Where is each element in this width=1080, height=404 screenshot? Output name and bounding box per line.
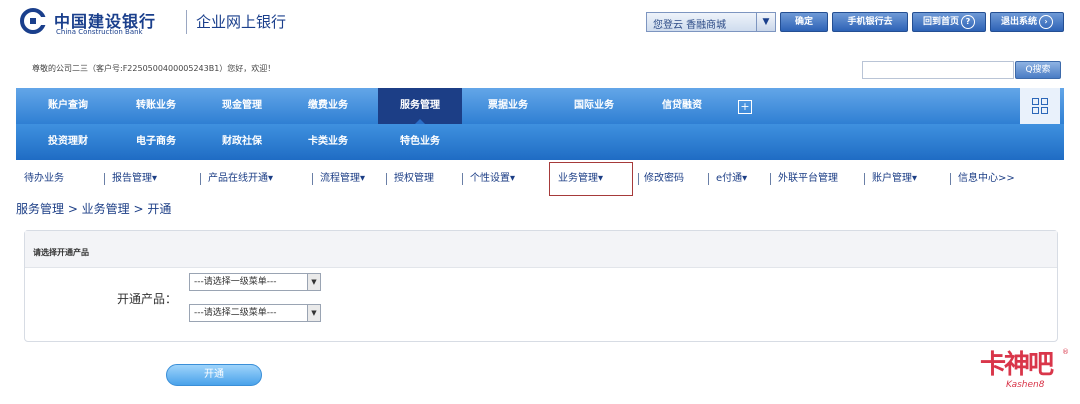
nav-item-account-query[interactable]: 账户查询 bbox=[28, 88, 108, 124]
nav-item-payment[interactable]: 缴费业务 bbox=[288, 88, 368, 124]
grid-icon bbox=[1032, 98, 1039, 105]
sub-nav-process[interactable]: 流程管理▾ bbox=[320, 162, 365, 196]
sub-nav-info-center[interactable]: 信息中心>> bbox=[958, 162, 1015, 196]
sub-nav-change-password[interactable]: 修改密码 bbox=[644, 162, 684, 196]
sub-nav-separator bbox=[950, 173, 951, 185]
sub-nav-business-management[interactable]: 业务管理▾ bbox=[558, 162, 603, 196]
mobile-bank-button-label: 手机银行去 bbox=[847, 17, 893, 27]
logout-button[interactable]: 退出系统 › bbox=[990, 12, 1064, 32]
ccb-logo-icon bbox=[20, 8, 46, 34]
nav-item-ecommerce[interactable]: 电子商务 bbox=[116, 124, 196, 160]
nav-item-credit[interactable]: 信贷融资 bbox=[642, 88, 722, 124]
search-button-label: Q搜索 bbox=[1025, 65, 1051, 75]
confirm-button[interactable]: 确定 bbox=[780, 12, 828, 32]
secondary-nav: 投资理财 电子商务 财政社保 卡类业务 特色业务 bbox=[16, 124, 1064, 160]
primary-menu-select-value: ---请选择一级菜单--- bbox=[194, 277, 277, 287]
grid-icon-cell bbox=[1041, 107, 1048, 114]
watermark-sub: Kashen8 bbox=[1006, 380, 1045, 390]
chevron-down-icon: ▼ bbox=[307, 305, 320, 321]
grid-icon-cell bbox=[1032, 107, 1039, 114]
confirm-button-label: 确定 bbox=[794, 17, 813, 27]
sub-nav-epay[interactable]: e付通▾ bbox=[716, 162, 747, 196]
sub-nav-separator bbox=[462, 173, 463, 185]
exit-icon: › bbox=[1039, 14, 1053, 29]
primary-nav: 账户查询 转账业务 现金管理 缴费业务 服务管理 票据业务 国际业务 信贷融资 … bbox=[16, 88, 1064, 124]
sub-nav-separator bbox=[104, 173, 105, 185]
nav-item-special[interactable]: 特色业务 bbox=[378, 124, 462, 160]
sub-nav-online-activation[interactable]: 产品在线开通▾ bbox=[208, 162, 273, 196]
logout-button-label: 退出系统 bbox=[1000, 17, 1037, 27]
sub-nav-separator bbox=[708, 173, 709, 185]
kashen8-watermark-logo: 卡神吧 Kashen8 ® bbox=[976, 344, 1072, 400]
watermark-main: 卡神吧 bbox=[980, 350, 1054, 380]
merchant-select[interactable]: 您登云 香融商城 ▼ bbox=[646, 12, 776, 32]
site-title: 企业网上银行 bbox=[196, 13, 287, 31]
sub-nav-authorization[interactable]: 授权管理 bbox=[394, 162, 434, 196]
primary-menu-select[interactable]: ---请选择一级菜单--- ▼ bbox=[189, 273, 321, 291]
sub-nav-todo[interactable]: 待办业务 bbox=[24, 162, 64, 196]
panel-title: 请选择开通产品 bbox=[33, 248, 89, 257]
secondary-menu-select[interactable]: ---请选择二级菜单--- ▼ bbox=[189, 304, 321, 322]
search-button[interactable]: Q搜索 bbox=[1015, 61, 1061, 79]
help-icon: ? bbox=[961, 14, 975, 29]
nav-item-international[interactable]: 国际业务 bbox=[554, 88, 634, 124]
sub-nav-personal-settings[interactable]: 个性设置▾ bbox=[470, 162, 515, 196]
sub-nav: 待办业务 报告管理▾ 产品在线开通▾ 流程管理▾ 授权管理 个性设置▾ 业务管理… bbox=[16, 162, 1064, 196]
sub-nav-reports[interactable]: 报告管理▾ bbox=[112, 162, 157, 196]
breadcrumb: 服务管理 > 业务管理 > 开通 bbox=[16, 202, 172, 216]
nav-item-bills[interactable]: 票据业务 bbox=[468, 88, 548, 124]
merchant-select-value: 您登云 香融商城 bbox=[653, 20, 727, 31]
sub-nav-account-management[interactable]: 账户管理▾ bbox=[872, 162, 917, 196]
sub-nav-separator bbox=[770, 173, 771, 185]
activation-panel: 请选择开通产品 开通产品： ---请选择一级菜单--- ▼ ---请选择二级菜单… bbox=[24, 230, 1058, 342]
activate-button-label: 开通 bbox=[204, 369, 224, 380]
nav-item-investment[interactable]: 投资理财 bbox=[28, 124, 108, 160]
mobile-bank-button[interactable]: 手机银行去 bbox=[832, 12, 908, 32]
sub-nav-separator bbox=[386, 173, 387, 185]
welcome-text: 尊敬的公司二三（客户号:F2250500400005243B1）您好，欢迎！ bbox=[32, 64, 276, 73]
home-button[interactable]: 回到首页? bbox=[912, 12, 986, 32]
chevron-down-icon: ▼ bbox=[756, 13, 775, 31]
sub-nav-external-platform[interactable]: 外联平台管理 bbox=[778, 162, 838, 196]
grid-menu-button[interactable] bbox=[1020, 88, 1060, 124]
nav-item-social-security[interactable]: 财政社保 bbox=[202, 124, 282, 160]
chevron-down-icon: ▼ bbox=[307, 274, 320, 290]
sub-nav-separator bbox=[312, 173, 313, 185]
secondary-menu-select-value: ---请选择二级菜单--- bbox=[194, 308, 277, 318]
nav-item-service-management[interactable]: 服务管理 bbox=[378, 88, 462, 124]
search-input[interactable] bbox=[862, 61, 1014, 79]
product-label: 开通产品： bbox=[117, 292, 178, 306]
nav-item-card-services[interactable]: 卡类业务 bbox=[288, 124, 368, 160]
sub-nav-separator bbox=[864, 173, 865, 185]
home-button-label: 回到首页 bbox=[922, 17, 959, 27]
panel-header: 请选择开通产品 bbox=[25, 231, 1057, 268]
brand-name-en: China Construction Bank bbox=[56, 28, 143, 36]
sub-nav-separator bbox=[638, 173, 639, 185]
sub-nav-separator bbox=[200, 173, 201, 185]
expand-plus-icon[interactable]: + bbox=[738, 100, 752, 114]
registered-icon: ® bbox=[1062, 348, 1069, 356]
header-divider bbox=[186, 10, 187, 34]
activate-button[interactable]: 开通 bbox=[166, 364, 262, 386]
nav-item-cash-management[interactable]: 现金管理 bbox=[202, 88, 282, 124]
grid-icon-cell bbox=[1041, 98, 1048, 105]
nav-item-transfer[interactable]: 转账业务 bbox=[116, 88, 196, 124]
